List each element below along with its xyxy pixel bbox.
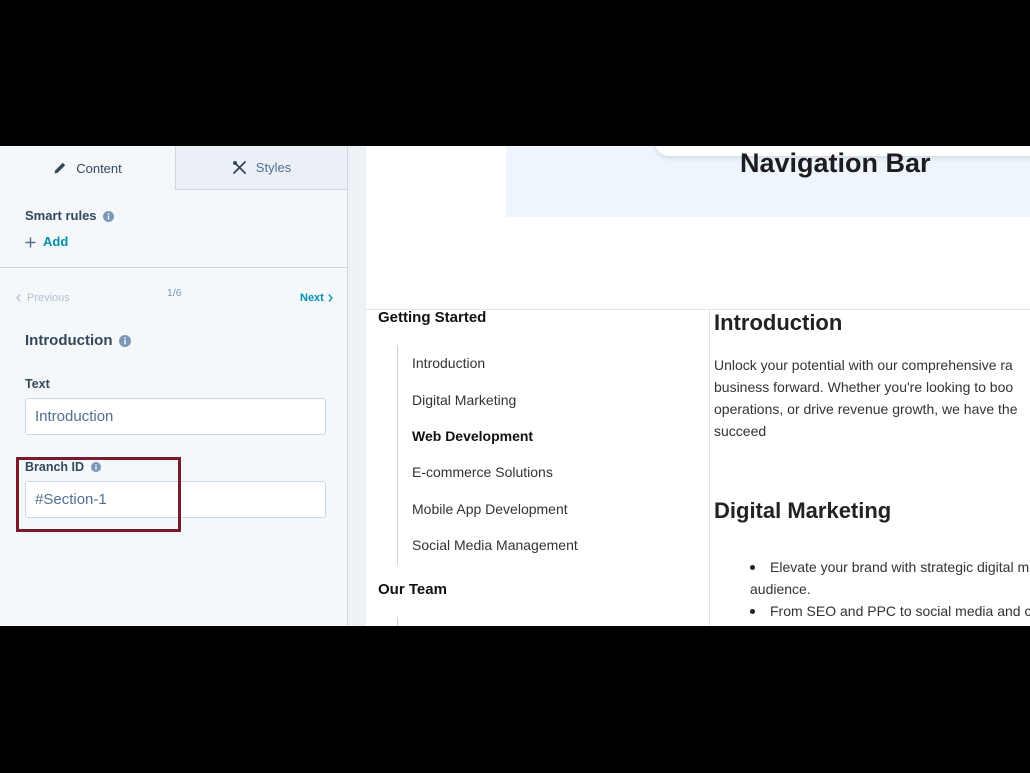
toc-item-introduction[interactable]: Introduction xyxy=(412,353,485,373)
navigation-bar-heading: Navigation Bar xyxy=(740,148,931,178)
toc-item-ecommerce-solutions[interactable]: E-commerce Solutions xyxy=(412,462,553,482)
text-field-label-text: Text xyxy=(25,377,50,391)
section-title: Introduction xyxy=(25,331,132,351)
smart-rules-heading: Smart rules xyxy=(25,208,114,224)
tools-icon xyxy=(232,160,247,175)
toc-item-mobile-app-development[interactable]: Mobile App Development xyxy=(412,499,568,519)
bullet-text: audience. xyxy=(750,581,811,597)
previous-label: Previous xyxy=(27,292,70,304)
smart-rules-label: Smart rules xyxy=(25,208,97,223)
add-label: Add xyxy=(43,234,69,249)
paragraph-line: Unlock your potential with our comprehen… xyxy=(714,357,1013,373)
paragraph-line: succeed xyxy=(714,423,767,439)
plus-icon xyxy=(25,237,36,248)
tab-content[interactable]: Content xyxy=(0,146,175,190)
branch-id-label: Branch ID xyxy=(25,459,102,475)
toc-group-title: Our Team xyxy=(378,581,447,598)
bullet-dot xyxy=(750,565,755,570)
section-heading: Introduction xyxy=(714,310,843,335)
info-icon xyxy=(91,462,102,472)
info-icon xyxy=(102,210,114,222)
toc-item-web-development[interactable]: Web Development xyxy=(412,426,533,446)
text-field-label: Text xyxy=(25,376,50,392)
editor-app: Content Styles Smart rules Add Previous … xyxy=(0,146,1030,626)
bullet-text: From SEO and PPC to social media and c xyxy=(770,603,1030,619)
toc-group-title: Getting Started xyxy=(378,309,487,326)
pencil-icon xyxy=(53,161,67,175)
tab-styles[interactable]: Styles xyxy=(175,146,347,190)
section-heading: Digital Marketing xyxy=(714,498,892,523)
tab-label: Styles xyxy=(255,160,292,175)
text-field[interactable] xyxy=(25,398,326,435)
previous-button[interactable]: Previous xyxy=(16,291,70,305)
chevron-right-icon xyxy=(328,294,333,302)
tab-label: Content xyxy=(76,160,122,176)
paragraph-line: operations, or drive revenue growth, we … xyxy=(714,401,1018,417)
sidebar-panel: Content Styles Smart rules Add Previous … xyxy=(0,146,348,626)
bullet-dot xyxy=(750,609,755,614)
chevron-left-icon xyxy=(16,294,21,302)
toc-item-social-media-management[interactable]: Social Media Management xyxy=(412,535,578,555)
branch-id-label-text: Branch ID xyxy=(25,460,85,474)
info-icon xyxy=(119,335,132,347)
section-title-label: Introduction xyxy=(25,332,113,349)
add-smart-rule-button[interactable]: Add xyxy=(25,234,68,250)
column-divider xyxy=(709,309,710,626)
toc-group-line xyxy=(397,617,398,626)
next-label: Next xyxy=(300,292,324,304)
divider xyxy=(0,267,347,268)
next-button[interactable]: Next xyxy=(300,291,333,305)
toc-group-line xyxy=(397,345,398,565)
paragraph-line: business forward. Whether you're looking… xyxy=(714,379,1014,395)
canvas-gutter xyxy=(348,146,366,626)
pager-position: 1/6 xyxy=(167,287,182,299)
branch-id-field[interactable] xyxy=(25,481,326,518)
toc-item-digital-marketing[interactable]: Digital Marketing xyxy=(412,390,516,410)
bullet-text: Elevate your brand with strategic digita… xyxy=(770,559,1030,575)
